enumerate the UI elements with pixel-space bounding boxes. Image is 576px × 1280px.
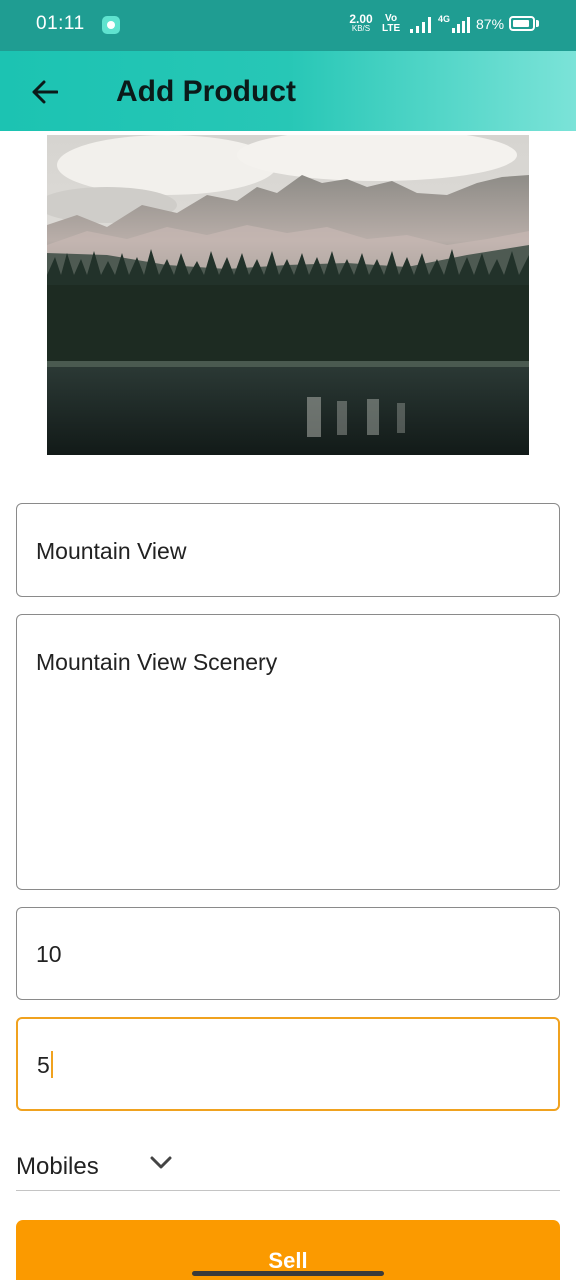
- battery-fill: [513, 20, 529, 27]
- network-speed-unit: KB/S: [351, 24, 371, 33]
- volte-indicator: Vo LTE: [382, 14, 401, 34]
- product-price-field[interactable]: 10: [16, 907, 560, 1000]
- network-type: 4G: [438, 14, 450, 24]
- status-time: 01:11: [36, 13, 85, 34]
- battery-tip: [536, 20, 539, 27]
- chevron-down-icon: [150, 1156, 172, 1169]
- product-description-field[interactable]: Mountain View Scenery: [16, 614, 560, 890]
- category-dropdown[interactable]: Mobiles: [16, 1138, 560, 1192]
- product-price-value: 10: [36, 941, 62, 967]
- product-description-value: Mountain View Scenery: [36, 649, 278, 675]
- signal-icon: [410, 17, 431, 33]
- notification-app-icon: [102, 16, 120, 34]
- page-title: Add Product: [116, 75, 296, 108]
- dropdown-underline: [16, 1190, 560, 1191]
- product-quantity-field[interactable]: 5: [16, 1017, 560, 1111]
- signal-4g-icon: [452, 17, 470, 33]
- battery-icon: [509, 16, 535, 31]
- network-speed: 2.00 KB/S: [346, 13, 376, 33]
- text-cursor: [50, 1051, 53, 1078]
- battery-percent: 87%: [476, 16, 505, 32]
- arrow-left-icon: [32, 80, 58, 104]
- product-quantity-value-wrap: 5: [37, 1051, 53, 1079]
- volte-bottom: LTE: [382, 22, 401, 34]
- network-type-label: 4G: [438, 14, 451, 24]
- product-name-value: Mountain View: [36, 538, 187, 564]
- screen: 01:11 2.00 KB/S Vo LTE 4G 87% Add Produc…: [0, 0, 576, 1280]
- product-photo: [47, 135, 529, 455]
- product-quantity-value: 5: [37, 1052, 50, 1078]
- home-indicator[interactable]: [192, 1271, 384, 1276]
- back-button[interactable]: [22, 69, 68, 115]
- product-image[interactable]: [47, 135, 529, 455]
- status-bar: 01:11 2.00 KB/S Vo LTE 4G 87%: [0, 0, 576, 51]
- app-bar: Add Product: [0, 51, 576, 131]
- category-selected: Mobiles: [16, 1153, 99, 1180]
- product-name-field[interactable]: Mountain View: [16, 503, 560, 597]
